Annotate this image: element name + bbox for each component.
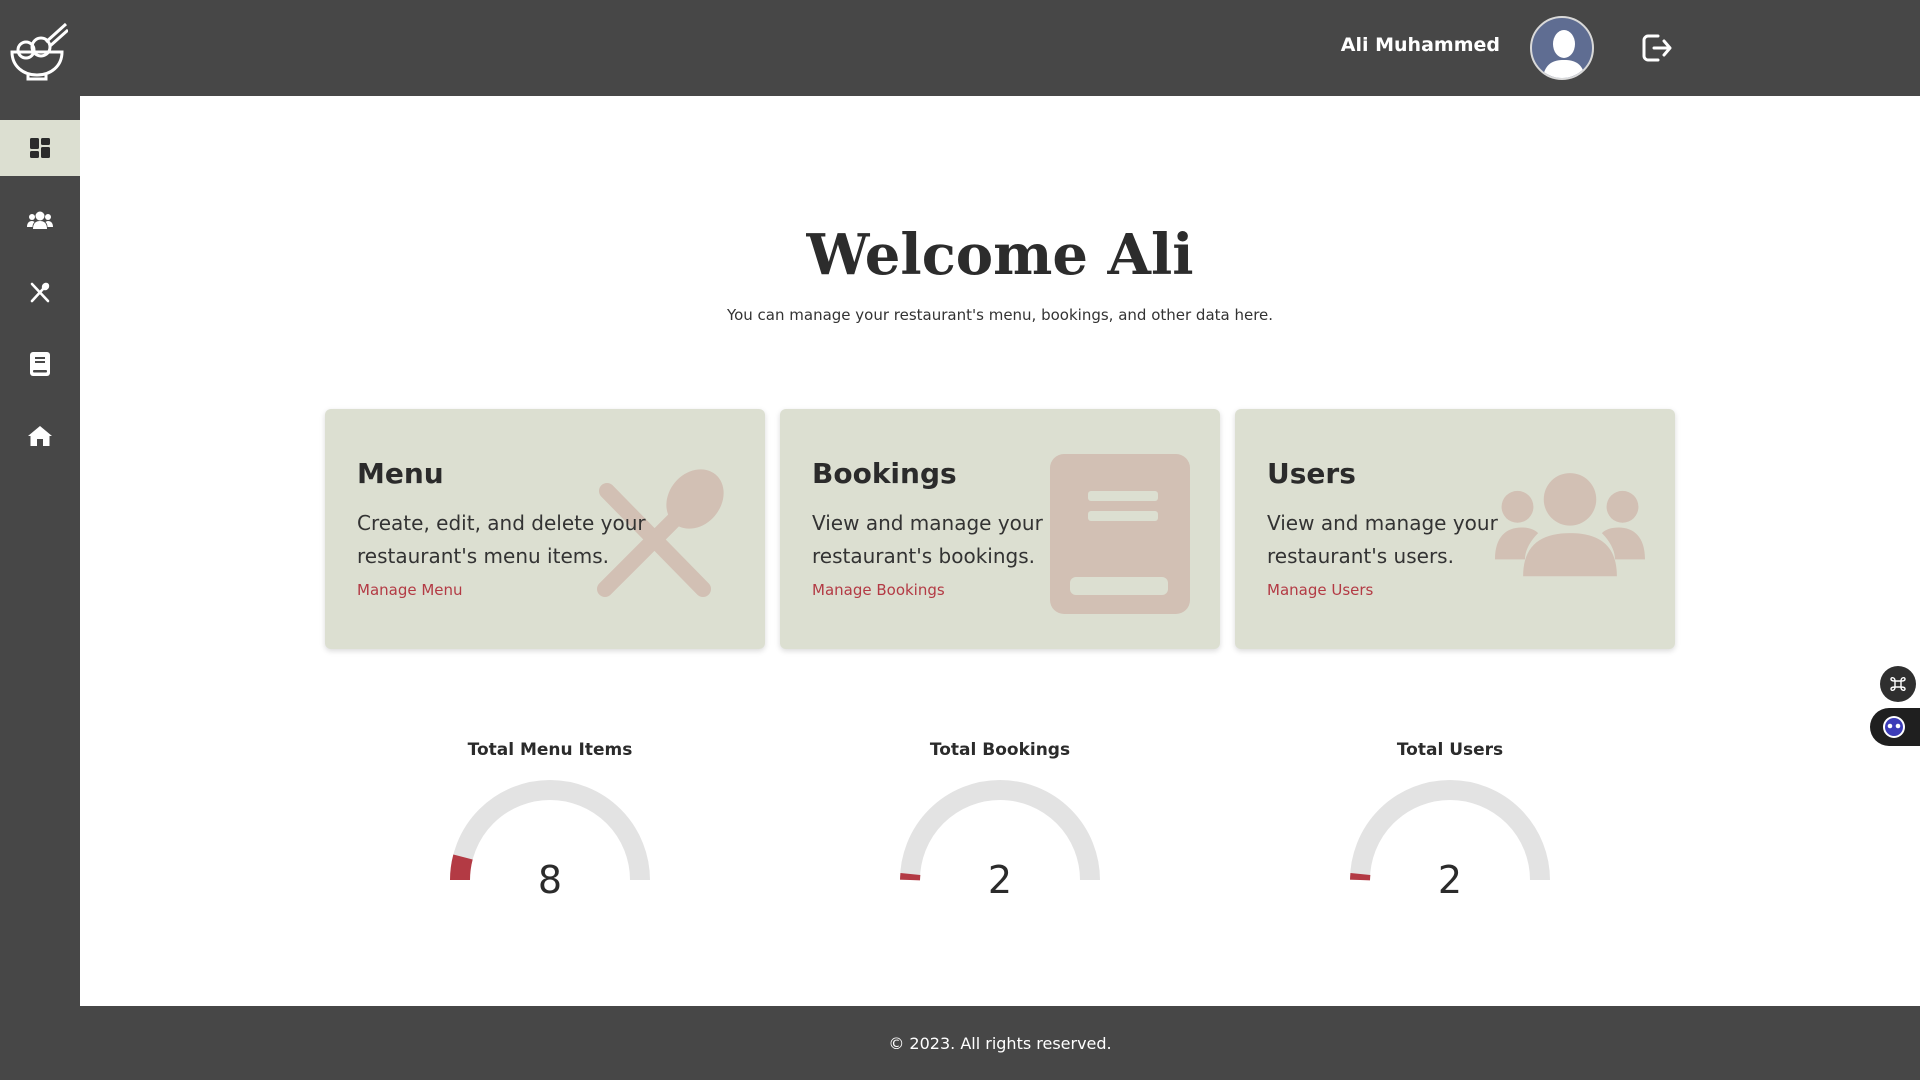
sidebar-item-dashboard[interactable] (0, 120, 80, 176)
card-title: Bookings (812, 457, 957, 490)
sidebar-item-home[interactable] (0, 408, 80, 464)
sidebar (0, 96, 80, 1006)
user-silhouette-icon (1542, 30, 1586, 78)
sidebar-item-menu[interactable] (0, 264, 80, 320)
card-description: View and manage your restaurant's bookin… (812, 511, 1043, 568)
utensils-icon (30, 282, 50, 303)
stat-label: Total Users (1396, 740, 1504, 760)
stat-value: 2 (987, 858, 1013, 902)
manage-menu-link[interactable]: Manage Menu (357, 581, 463, 599)
users-icon (27, 211, 53, 229)
stat-label: Total Menu Items (467, 740, 633, 760)
card-description: Create, edit, and delete your restaurant… (357, 511, 646, 568)
menu-card: Menu Create, edit, and delete your resta… (325, 409, 765, 649)
stat-total-users: Total Users 2 (1300, 740, 1600, 902)
footer-copyright: © 2023. All rights reserved. (888, 1034, 1112, 1053)
command-key-icon (1890, 677, 1906, 691)
users-card: Users View and manage your restaurant's … (1235, 409, 1675, 649)
footer: © 2023. All rights reserved. (0, 1006, 1920, 1080)
logout-icon[interactable] (1640, 32, 1674, 64)
command-shortcut-button[interactable] (1880, 666, 1916, 702)
avatar[interactable] (1530, 16, 1594, 80)
stat-label: Total Bookings (929, 740, 1071, 760)
page-title: Welcome Ali (806, 222, 1194, 288)
bookings-card: Bookings View and manage your restaurant… (780, 409, 1220, 649)
page-subtitle: You can manage your restaurant's menu, b… (726, 306, 1274, 324)
manage-bookings-link[interactable]: Manage Bookings (812, 581, 945, 599)
ramen-bowl-logo-icon[interactable] (6, 20, 68, 82)
assistant-bot-button[interactable] (1870, 708, 1920, 746)
manage-users-link[interactable]: Manage Users (1267, 581, 1373, 599)
sidebar-item-users[interactable] (0, 192, 80, 248)
top-bar: Ali Muhammed (0, 0, 1920, 96)
card-title: Users (1267, 457, 1356, 490)
book-icon (30, 352, 50, 376)
stat-total-menu-items: Total Menu Items 8 (400, 740, 700, 902)
dashboard-icon (30, 138, 50, 158)
card-description: View and manage your restaurant's users. (1267, 511, 1498, 568)
home-icon (28, 426, 52, 446)
bot-icon (1883, 716, 1905, 738)
sidebar-item-bookings[interactable] (0, 336, 80, 392)
stat-value: 8 (537, 858, 563, 902)
card-title: Menu (357, 457, 444, 490)
stat-total-bookings: Total Bookings 2 (850, 740, 1150, 902)
user-name: Ali Muhammed (1340, 34, 1500, 56)
stat-value: 2 (1437, 858, 1463, 902)
